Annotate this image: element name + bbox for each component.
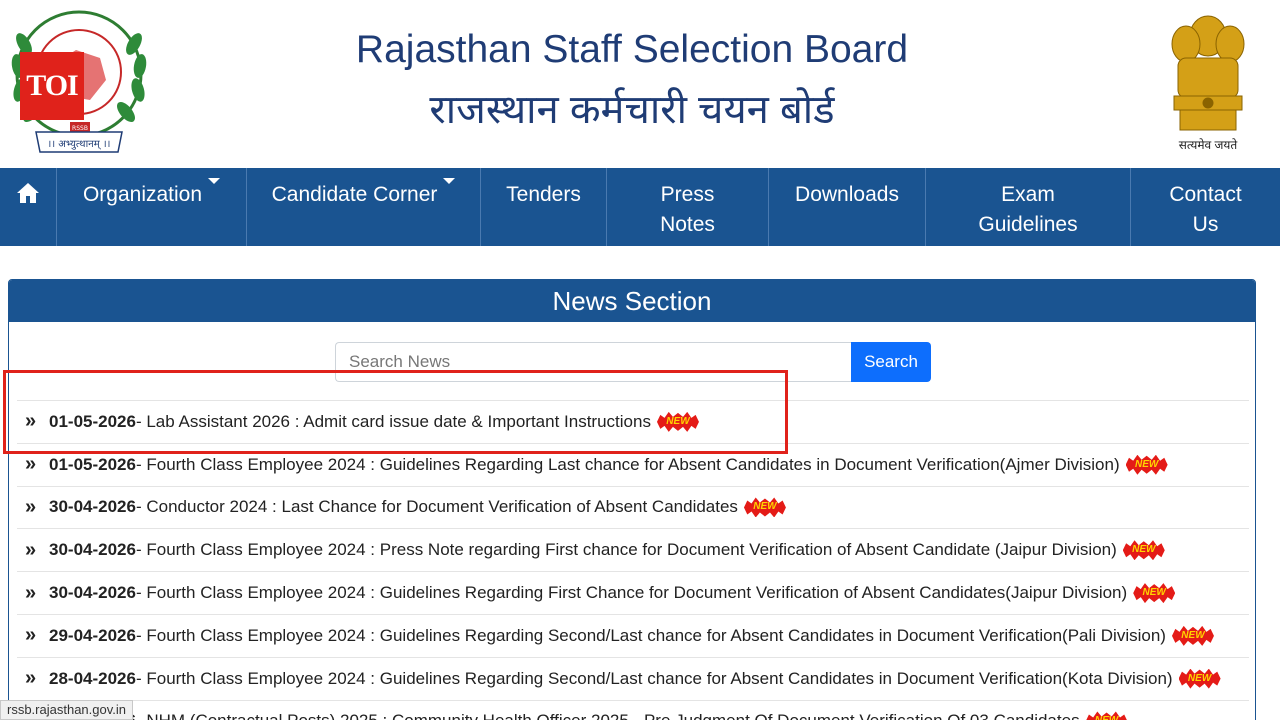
news-date: 30-04-2026 bbox=[49, 497, 136, 517]
nav-press-notes[interactable]: Press Notes bbox=[607, 168, 769, 246]
nav-downloads-label: Downloads bbox=[795, 183, 899, 206]
new-badge-icon: NEW bbox=[1178, 668, 1221, 689]
search-button[interactable]: Search bbox=[851, 342, 931, 382]
news-item[interactable]: » 28-04-2026 - Fourth Class Employee 202… bbox=[17, 656, 1249, 700]
nav-downloads[interactable]: Downloads bbox=[769, 168, 926, 246]
nav-press-notes-label: Press Notes bbox=[660, 183, 715, 236]
news-item[interactable]: » 30-04-2026 - Conductor 2024 : Last Cha… bbox=[17, 485, 1249, 529]
news-link[interactable]: - Fourth Class Employee 2024 : Guideline… bbox=[136, 669, 1173, 689]
new-badge-icon: NEW bbox=[1125, 454, 1168, 475]
new-badge-icon: NEW bbox=[1085, 711, 1128, 720]
site-header: ।। अभ्युत्थानम् ।। RSSB TOI Rajasthan St… bbox=[0, 0, 1280, 168]
news-item[interactable]: » 30-04-2026 - Fourth Class Employee 202… bbox=[17, 528, 1249, 571]
status-bar-url: rssb.rajasthan.gov.in bbox=[0, 700, 133, 720]
home-icon bbox=[17, 183, 39, 203]
news-link[interactable]: - Conductor 2024 : Last Chance for Docum… bbox=[136, 497, 738, 517]
chevron-down-icon bbox=[443, 178, 456, 184]
news-date: 28-04-2026 bbox=[49, 668, 136, 688]
double-chevron-right-icon: » bbox=[25, 453, 37, 476]
nav-organization[interactable]: Organization bbox=[57, 168, 247, 246]
nav-contact-us[interactable]: Contact Us bbox=[1131, 168, 1280, 246]
news-date: 30-04-2026 bbox=[49, 540, 136, 560]
highlight-annotation bbox=[3, 370, 788, 454]
site-title-english: Rajasthan Staff Selection Board bbox=[355, 28, 909, 71]
nav-home[interactable] bbox=[0, 168, 57, 246]
double-chevron-right-icon: » bbox=[25, 538, 37, 561]
new-badge-icon: NEW bbox=[1122, 540, 1165, 561]
chevron-down-icon bbox=[208, 178, 221, 184]
news-item[interactable]: » 30-04-2026 - Fourth Class Employee 202… bbox=[17, 571, 1249, 614]
nav-contact-us-label: Contact Us bbox=[1169, 183, 1242, 236]
nav-tenders[interactable]: Tenders bbox=[481, 168, 607, 246]
news-date: 30-04-2026 bbox=[49, 583, 136, 603]
news-section: News Section Search » 01-05-2026 - Lab A… bbox=[8, 279, 1256, 720]
new-badge-icon: NEW bbox=[1171, 625, 1214, 646]
nav-exam-guidelines[interactable]: Exam Guidelines bbox=[926, 168, 1131, 246]
news-item[interactable]: » 29-04-2026 - Fourth Class Employee 202… bbox=[17, 613, 1249, 657]
news-link[interactable]: - Fourth Class Employee 2024 : Press Not… bbox=[136, 540, 1117, 560]
nav-exam-guidelines-label: Exam Guidelines bbox=[978, 183, 1078, 236]
news-link[interactable]: - Fourth Class Employee 2024 : Guideline… bbox=[136, 583, 1127, 603]
new-badge-icon: NEW bbox=[743, 497, 786, 518]
double-chevron-right-icon: » bbox=[25, 624, 37, 647]
news-link[interactable]: - NHM (Contractual Posts) 2025 : Communi… bbox=[136, 711, 1080, 720]
news-item[interactable]: » 28-04-2026 - NHM (Contractual Posts) 2… bbox=[17, 699, 1249, 720]
news-date: 29-04-2026 bbox=[49, 625, 136, 645]
news-section-title: News Section bbox=[9, 280, 1255, 322]
double-chevron-right-icon: » bbox=[25, 581, 37, 604]
nav-candidate-corner-label: Candidate Corner bbox=[271, 183, 438, 206]
news-link[interactable]: - Fourth Class Employee 2024 : Guideline… bbox=[136, 455, 1120, 475]
emblem-motto: सत्यमेव जयते bbox=[1178, 138, 1238, 152]
nav-organization-label: Organization bbox=[82, 183, 203, 206]
nav-candidate-corner[interactable]: Candidate Corner bbox=[247, 168, 481, 246]
nav-tenders-label: Tenders bbox=[506, 183, 581, 206]
double-chevron-right-icon: » bbox=[25, 495, 37, 518]
main-navbar: Organization Candidate Corner Tenders Pr… bbox=[0, 168, 1280, 246]
news-link[interactable]: - Fourth Class Employee 2024 : Guideline… bbox=[136, 626, 1166, 646]
double-chevron-right-icon: » bbox=[25, 667, 37, 690]
news-date: 01-05-2026 bbox=[49, 454, 136, 474]
logo-motto: ।। अभ्युत्थानम् ।। bbox=[48, 139, 111, 150]
new-badge-icon: NEW bbox=[1133, 583, 1176, 604]
site-title-hindi: राजस्थान कर्मचारी चयन बोर्ड bbox=[429, 88, 835, 132]
